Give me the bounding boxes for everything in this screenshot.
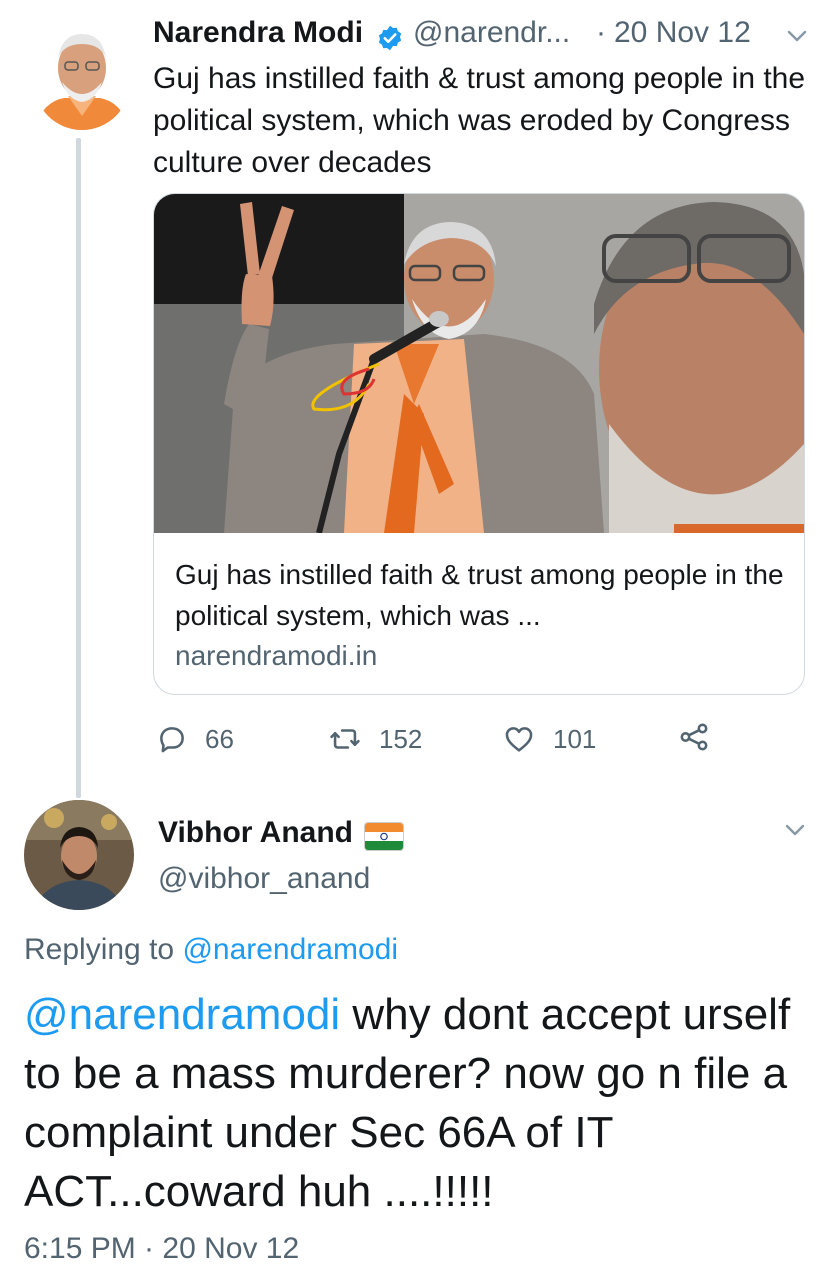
reply-count: 66 [205, 724, 234, 754]
tweet1-date[interactable]: 20 Nov 12 [614, 16, 751, 50]
like-count: 101 [553, 724, 597, 754]
card-image [154, 194, 804, 533]
replying-to-mention-link[interactable]: @narendramodi [182, 933, 398, 966]
mention-link[interactable]: @narendramodi [24, 990, 340, 1039]
replying-to-line: Replying to @narendramodi [24, 933, 398, 967]
share-button[interactable] [677, 720, 711, 759]
chevron-down-icon[interactable] [786, 28, 808, 44]
like-icon [505, 727, 533, 752]
tweet2-author-name[interactable]: Vibhor Anand [158, 816, 353, 850]
tweet2-text: @narendramodi why dont accept urself to … [24, 985, 814, 1221]
retweet-icon [330, 729, 360, 749]
chevron-down-icon[interactable] [784, 822, 806, 838]
avatar-narendra-modi[interactable] [34, 24, 130, 130]
retweet-button[interactable] [328, 722, 362, 761]
like-button[interactable] [502, 722, 536, 761]
reply-button[interactable] [155, 722, 189, 761]
card-title: Guj has instilled faith & trust among pe… [175, 559, 784, 631]
avatar-vibhor-anand[interactable] [24, 800, 134, 910]
reply-icon [160, 727, 184, 753]
tweet1-author-handle[interactable]: @narendr... [413, 16, 570, 50]
card-domain: narendramodi.in [175, 640, 378, 671]
thread-connector-line [76, 138, 81, 798]
replying-prefix: Replying to [24, 933, 183, 966]
retweet-count: 152 [379, 724, 423, 754]
separator-dot: · [596, 16, 606, 49]
tweet1-text: Guj has instilled faith & trust among pe… [153, 62, 806, 179]
share-icon [680, 723, 708, 751]
tweet2-timestamp[interactable]: 6:15 PM · 20 Nov 12 [24, 1232, 299, 1266]
verified-badge-icon [376, 24, 404, 52]
india-flag-icon [364, 822, 404, 851]
link-preview-card[interactable]: Guj has instilled faith & trust among pe… [153, 193, 805, 695]
tweet2-author-handle[interactable]: @vibhor_anand [158, 862, 370, 896]
tweet1-author-name[interactable]: Narendra Modi [153, 16, 363, 50]
